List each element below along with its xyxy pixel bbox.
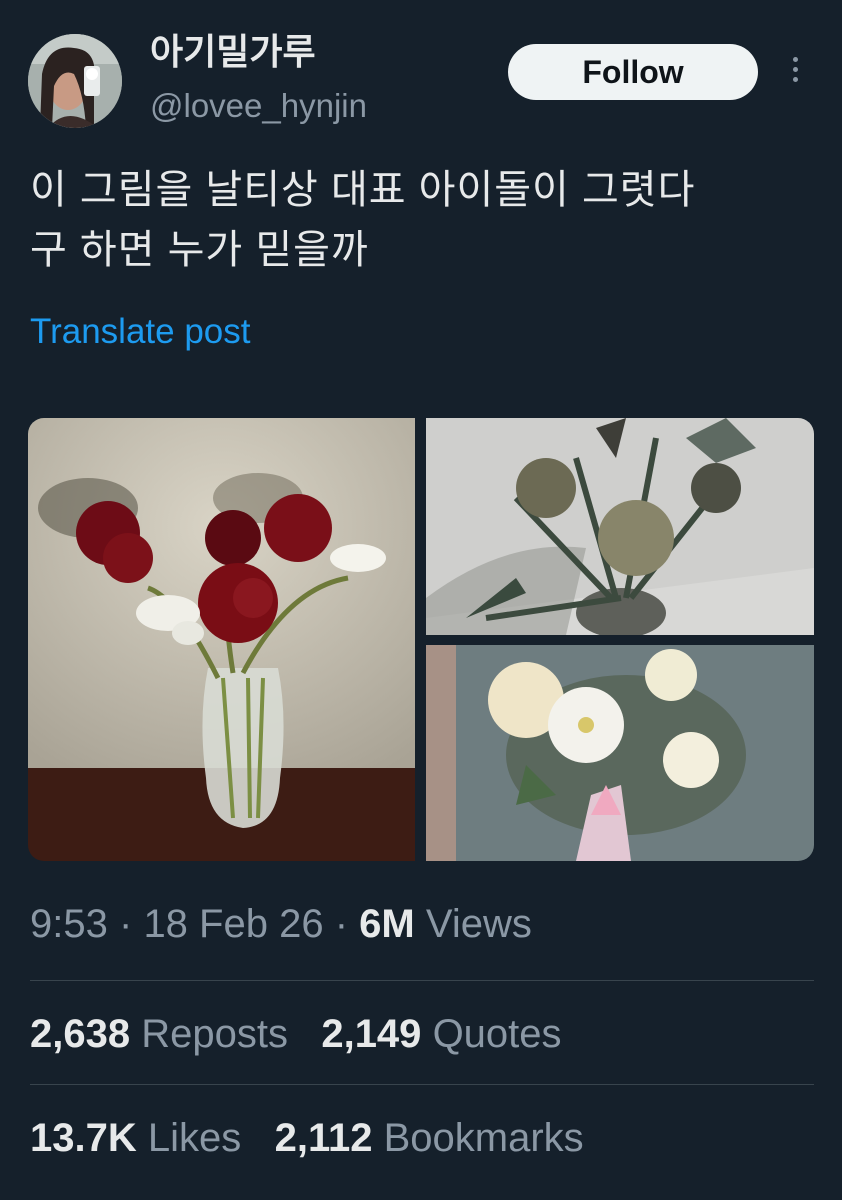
user-handle[interactable]: @lovee_hynjin — [150, 84, 367, 128]
stats-row-likes: 13.7K Likes 2,112 Bookmarks — [30, 1110, 584, 1166]
painting-white-flowers-image[interactable] — [426, 645, 814, 861]
tweet-text-line: 구 하면 누가 믿을까 — [30, 228, 369, 272]
avatar[interactable] — [28, 34, 122, 128]
quotes-count: 2,149 — [321, 1012, 422, 1056]
post-meta: 9:53 · 18 Feb 26 · 6M Views — [30, 896, 532, 952]
post-date[interactable]: 18 Feb 26 — [143, 902, 323, 946]
reposts-label: Reposts — [141, 1012, 288, 1056]
painting-red-roses-image[interactable] — [28, 418, 415, 861]
stats-row-reposts: 2,638 Reposts 2,149 Quotes — [30, 1006, 562, 1062]
more-vertical-icon[interactable] — [783, 52, 807, 92]
views-count: 6M — [359, 902, 415, 946]
follow-button[interactable]: Follow — [508, 44, 758, 100]
bookmarks-count: 2,112 — [274, 1116, 373, 1160]
meta-separator: · — [334, 902, 349, 946]
reposts-count: 2,638 — [30, 1012, 131, 1056]
bookmarks-stat[interactable]: 2,112 Bookmarks — [275, 1116, 584, 1160]
painting-dried-flowers-image[interactable] — [426, 418, 814, 635]
views-label: Views — [425, 902, 532, 946]
bookmarks-label: Bookmarks — [383, 1116, 584, 1160]
translate-post-link[interactable]: Translate post — [30, 308, 250, 356]
tweet-text: 이 그림을 날티상 대표 아이돌이 그렷다 구 하면 누가 믿을까 — [30, 160, 820, 280]
media-grid — [28, 418, 814, 861]
post-time[interactable]: 9:53 — [30, 902, 108, 946]
likes-stat[interactable]: 13.7K Likes — [30, 1116, 241, 1160]
meta-separator: · — [118, 902, 133, 946]
avatar-photo — [28, 34, 122, 128]
divider — [30, 1084, 814, 1085]
display-name[interactable]: 아기밀가루 — [150, 30, 316, 74]
quotes-label: Quotes — [432, 1012, 562, 1056]
reposts-stat[interactable]: 2,638 Reposts — [30, 1012, 288, 1056]
quotes-stat[interactable]: 2,149 Quotes — [321, 1012, 561, 1056]
tweet-text-line: 이 그림을 날티상 대표 아이돌이 그렷다 — [30, 168, 696, 212]
divider — [30, 980, 814, 981]
likes-count: 13.7K — [30, 1116, 137, 1160]
likes-label: Likes — [147, 1116, 242, 1160]
